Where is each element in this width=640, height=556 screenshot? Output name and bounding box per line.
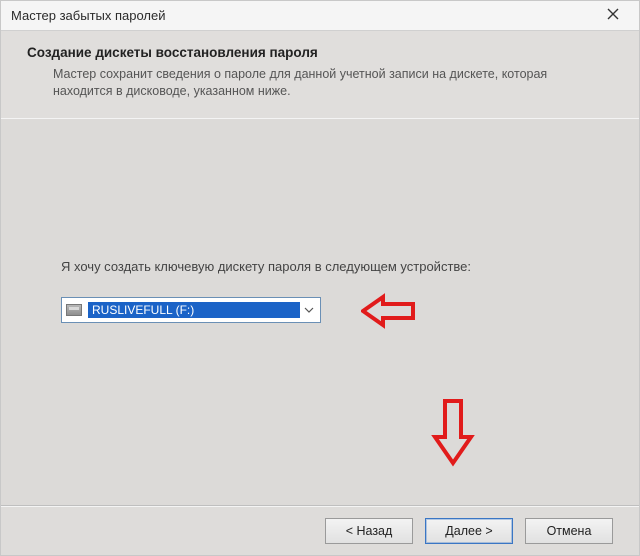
drive-select[interactable]: RUSLIVEFULL (F:) [61, 297, 321, 323]
annotation-arrow-down-icon [431, 397, 475, 472]
back-button[interactable]: < Назад [325, 518, 413, 544]
close-icon [607, 7, 619, 24]
chevron-down-icon [300, 298, 318, 322]
drive-combo-wrap: RUSLIVEFULL (F:) [61, 297, 321, 323]
wizard-body: Я хочу создать ключевую дискету пароля в… [1, 119, 639, 505]
window-title: Мастер забытых паролей [11, 8, 166, 23]
page-subtext: Мастер сохранит сведения о пароле для да… [27, 66, 613, 100]
wizard-footer: < Назад Далее > Отмена [1, 505, 639, 555]
close-button[interactable] [593, 5, 633, 27]
annotation-arrow-left-icon [361, 291, 421, 334]
wizard-header: Создание дискеты восстановления пароля М… [1, 31, 639, 119]
drive-icon [66, 304, 82, 316]
page-heading: Создание дискеты восстановления пароля [27, 45, 613, 60]
titlebar: Мастер забытых паролей [1, 1, 639, 31]
wizard-window: Мастер забытых паролей Создание дискеты … [0, 0, 640, 556]
next-button[interactable]: Далее > [425, 518, 513, 544]
cancel-button[interactable]: Отмена [525, 518, 613, 544]
prompt-label: Я хочу создать ключевую дискету пароля в… [61, 259, 599, 274]
drive-select-value: RUSLIVEFULL (F:) [88, 302, 300, 318]
